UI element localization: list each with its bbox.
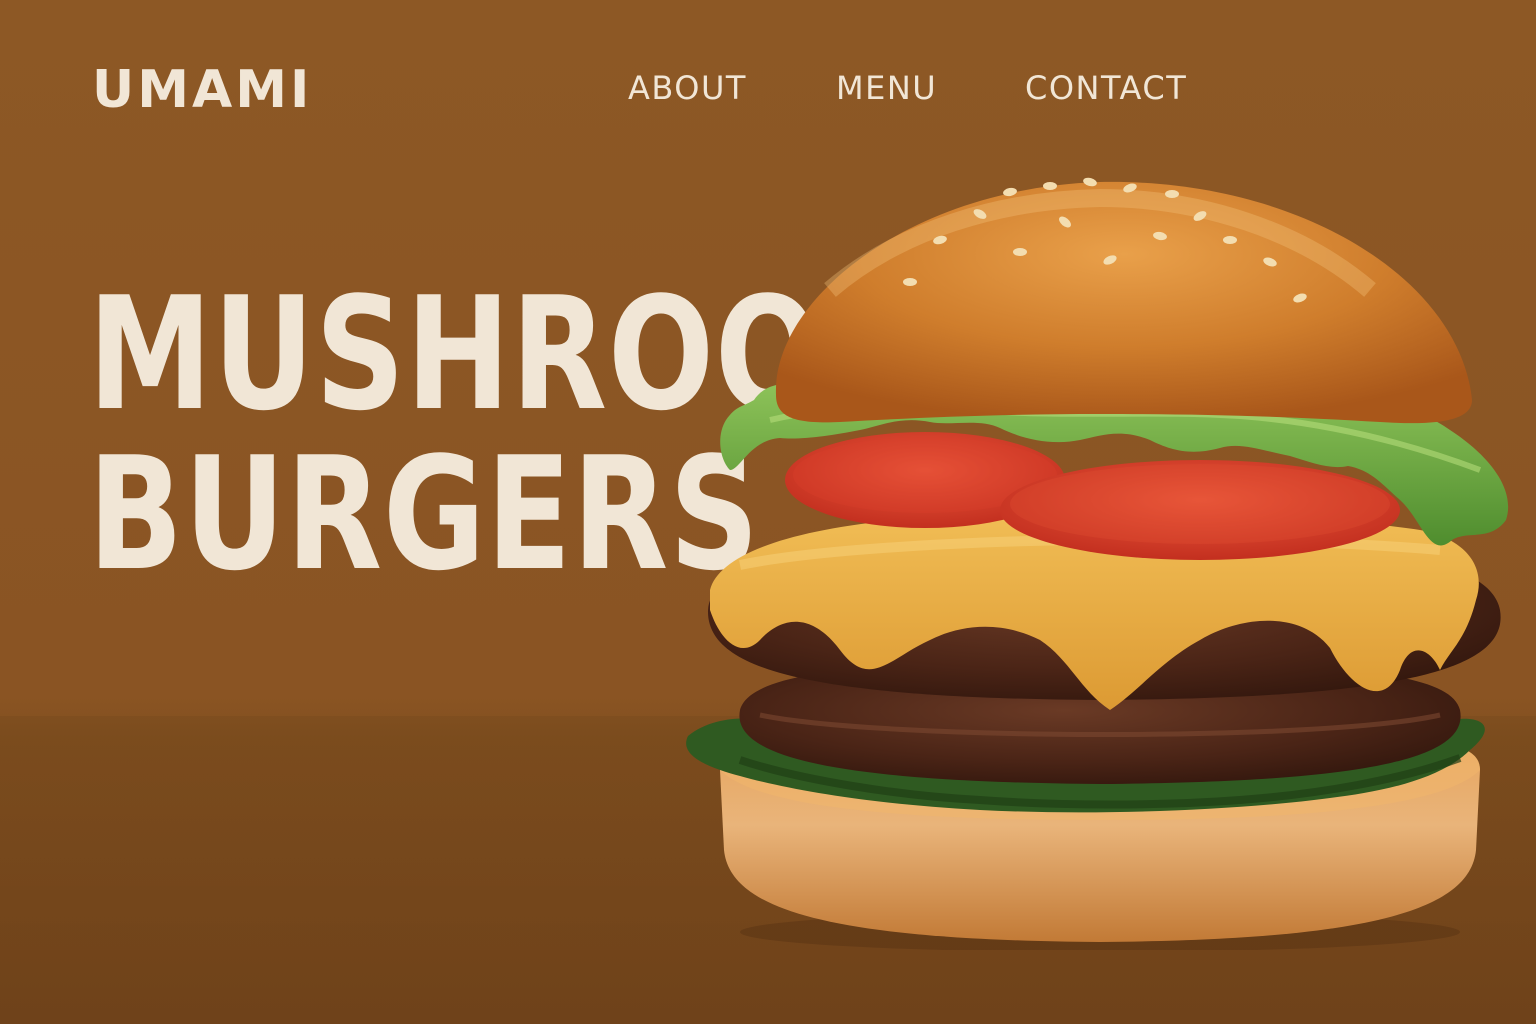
nav-menu[interactable]: MENU bbox=[836, 68, 937, 108]
landing-page: UMAMI ABOUT MENU CONTACT MUSHROOM BURGER… bbox=[0, 0, 1536, 1024]
nav-contact[interactable]: CONTACT bbox=[1025, 68, 1187, 108]
burger-image bbox=[686, 177, 1509, 950]
nav-about[interactable]: ABOUT bbox=[628, 68, 747, 108]
brand-logo[interactable]: UMAMI bbox=[92, 58, 312, 122]
